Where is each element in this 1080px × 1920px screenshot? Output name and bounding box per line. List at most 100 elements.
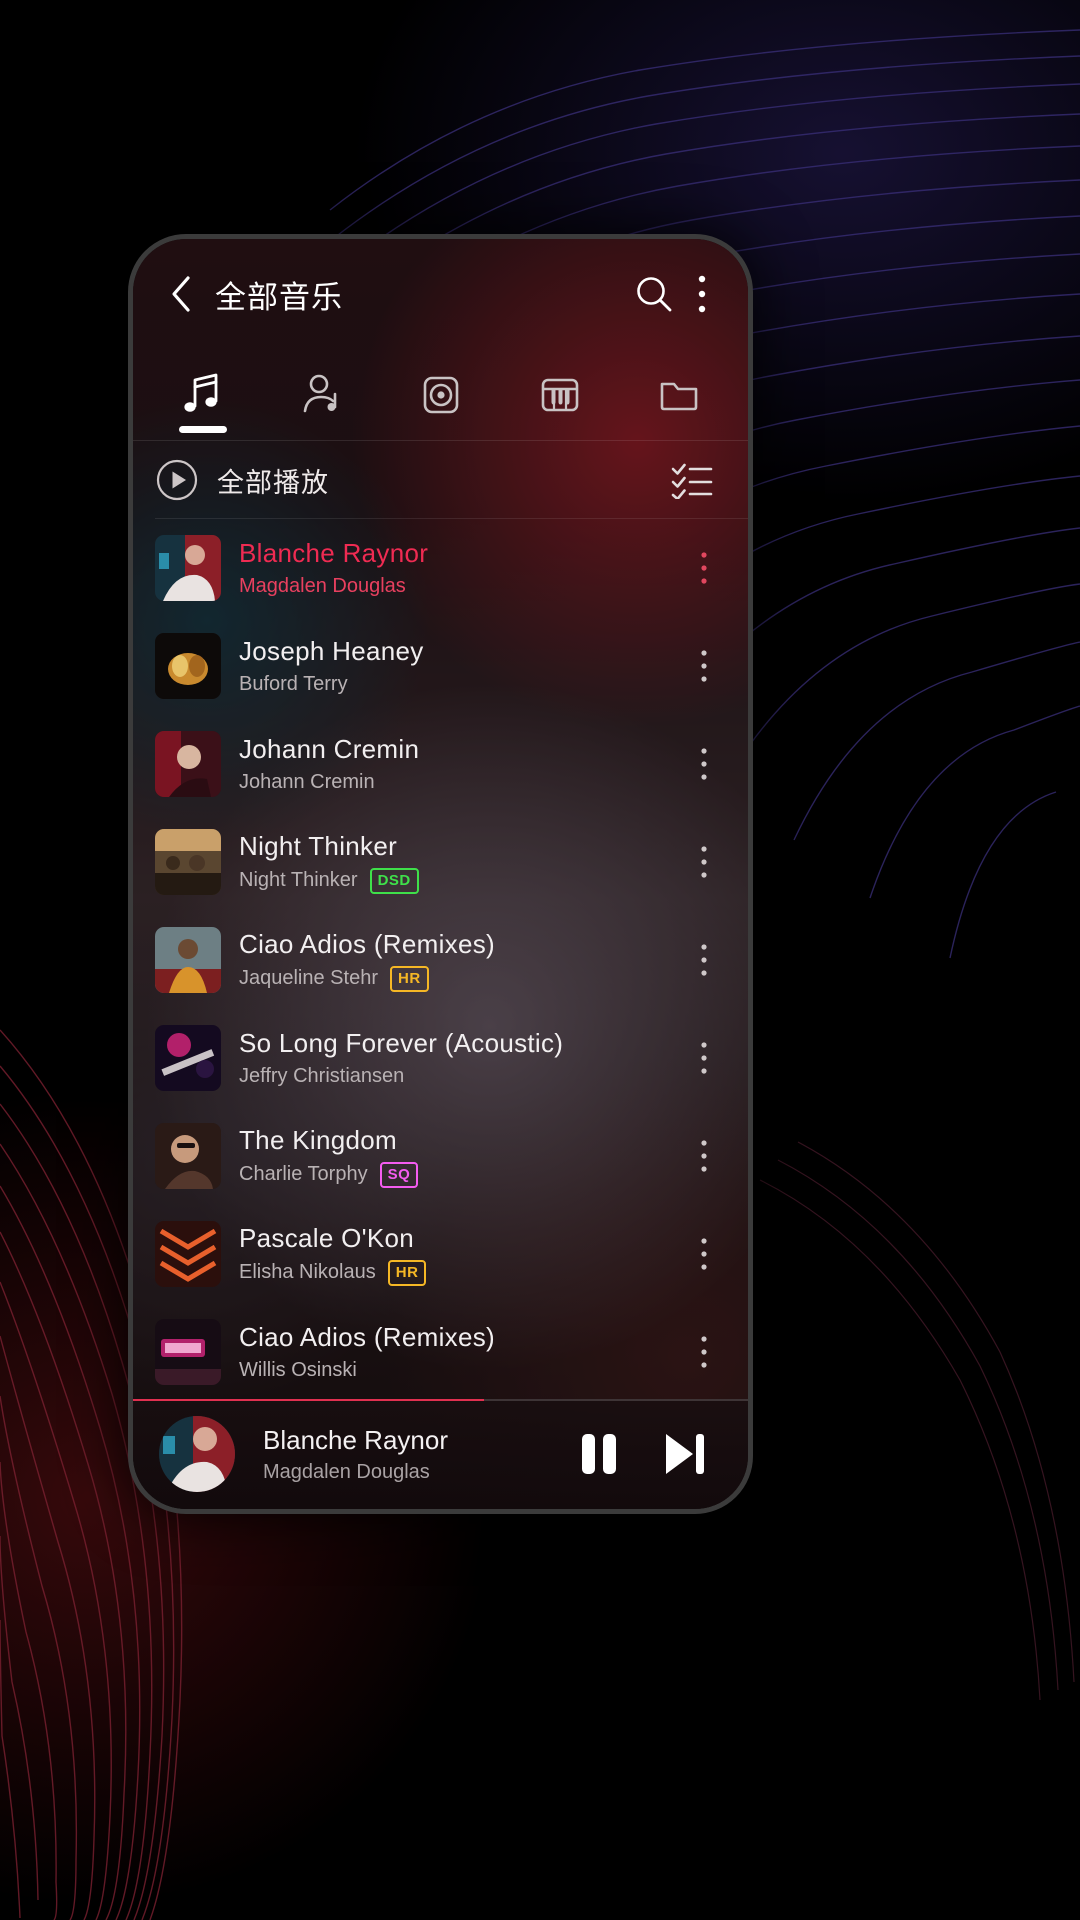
song-artist: Jaqueline Stehr bbox=[239, 967, 378, 989]
song-artist: Willis Osinski bbox=[239, 1359, 357, 1381]
song-meta: Pascale O'Kon Elisha Nikolaus HR bbox=[239, 1223, 664, 1286]
overflow-menu-icon bbox=[701, 846, 707, 878]
table-row[interactable]: Joseph Heaney Buford Terry bbox=[133, 617, 748, 715]
song-title: Ciao Adios (Remixes) bbox=[239, 928, 495, 959]
song-subtitle: Johann Cremin bbox=[239, 771, 664, 794]
skip-next-icon bbox=[666, 1434, 704, 1474]
song-artist: Johann Cremin bbox=[239, 771, 375, 793]
overflow-menu-icon bbox=[701, 650, 707, 682]
overflow-menu-icon bbox=[701, 944, 707, 976]
album-art bbox=[155, 927, 221, 993]
album-art bbox=[155, 829, 221, 895]
song-artist: Charlie Torphy bbox=[239, 1163, 368, 1185]
quality-badge: HR bbox=[389, 965, 429, 992]
category-tab-bar bbox=[133, 349, 748, 441]
row-menu-button[interactable] bbox=[682, 729, 726, 799]
chevron-left-icon bbox=[172, 276, 190, 312]
row-menu-button[interactable] bbox=[682, 1219, 726, 1289]
song-subtitle: Willis Osinski bbox=[239, 1359, 664, 1382]
phone-device-frame: 全部音乐 全部播放 Blanche Raynor Magdalen Dougla… bbox=[128, 234, 753, 1514]
album-art bbox=[155, 633, 221, 699]
album-art bbox=[155, 1221, 221, 1287]
overflow-menu-icon bbox=[698, 275, 706, 313]
tab-folders[interactable] bbox=[619, 349, 738, 441]
checklist-icon bbox=[671, 463, 713, 499]
album-art bbox=[155, 731, 221, 797]
song-subtitle: Jeffry Christiansen bbox=[239, 1065, 664, 1088]
table-row[interactable]: Night Thinker Night Thinker DSD bbox=[133, 813, 748, 911]
play-all-button[interactable]: 全部播放 bbox=[155, 458, 329, 502]
overflow-menu-button[interactable] bbox=[682, 266, 722, 322]
quality-badge: HR bbox=[387, 1259, 427, 1286]
row-menu-button[interactable] bbox=[682, 1023, 726, 1093]
music-note-icon bbox=[183, 373, 217, 412]
album-art-thumbnail bbox=[155, 1025, 221, 1091]
song-title: The Kingdom bbox=[239, 1124, 397, 1155]
mini-player-bar[interactable]: Blanche Raynor Magdalen Douglas bbox=[133, 1399, 748, 1509]
song-meta: Johann Cremin Johann Cremin bbox=[239, 734, 664, 794]
row-menu-button[interactable] bbox=[682, 1317, 726, 1387]
mini-player-artwork[interactable] bbox=[159, 1416, 235, 1492]
overflow-menu-icon bbox=[701, 1336, 707, 1368]
song-meta: Joseph Heaney Buford Terry bbox=[239, 636, 664, 696]
song-subtitle: Magdalen Douglas bbox=[239, 575, 664, 598]
row-menu-button[interactable] bbox=[682, 1121, 726, 1191]
overflow-menu-icon bbox=[701, 1042, 707, 1074]
back-button[interactable] bbox=[155, 268, 207, 320]
table-row[interactable]: The Kingdom Charlie Torphy SQ bbox=[133, 1107, 748, 1205]
tab-active-indicator bbox=[178, 426, 227, 433]
playback-progress-track[interactable] bbox=[133, 1399, 748, 1401]
tab-songs[interactable] bbox=[143, 349, 262, 441]
song-artist: Elisha Nikolaus bbox=[239, 1261, 376, 1283]
table-row[interactable]: Pascale O'Kon Elisha Nikolaus HR bbox=[133, 1205, 748, 1303]
play-circle-icon bbox=[156, 459, 198, 501]
row-menu-button[interactable] bbox=[682, 925, 726, 995]
table-row[interactable]: Ciao Adios (Remixes) Jaqueline Stehr HR bbox=[133, 911, 748, 1009]
song-subtitle: Buford Terry bbox=[239, 673, 664, 696]
pause-button[interactable] bbox=[566, 1421, 632, 1487]
row-menu-button[interactable] bbox=[682, 827, 726, 897]
song-meta: So Long Forever (Acoustic) Jeffry Christ… bbox=[239, 1028, 664, 1088]
overflow-menu-icon bbox=[701, 1140, 707, 1172]
play-all-label: 全部播放 bbox=[217, 467, 329, 498]
song-subtitle: Elisha Nikolaus HR bbox=[239, 1259, 664, 1286]
song-meta: Night Thinker Night Thinker DSD bbox=[239, 831, 664, 894]
album-art-thumbnail bbox=[155, 535, 221, 601]
playback-progress-fill bbox=[133, 1399, 484, 1401]
table-row[interactable]: Johann Cremin Johann Cremin bbox=[133, 715, 748, 813]
song-artist: Night Thinker bbox=[239, 869, 358, 891]
overflow-menu-icon bbox=[701, 748, 707, 780]
overflow-menu-icon bbox=[701, 1238, 707, 1270]
mini-player-meta: Blanche Raynor Magdalen Douglas bbox=[263, 1425, 546, 1484]
tab-artists[interactable] bbox=[262, 349, 381, 441]
song-list[interactable]: Blanche Raynor Magdalen Douglas Joseph H… bbox=[133, 519, 748, 1399]
artist-icon bbox=[303, 374, 336, 413]
page-title: 全部音乐 bbox=[215, 279, 343, 315]
pause-icon bbox=[582, 1434, 616, 1474]
song-subtitle: Jaqueline Stehr HR bbox=[239, 965, 664, 992]
multiselect-button[interactable] bbox=[666, 454, 718, 506]
tab-albums[interactable] bbox=[381, 349, 500, 441]
song-title: Ciao Adios (Remixes) bbox=[239, 1322, 495, 1352]
album-art-thumbnail bbox=[155, 731, 221, 797]
album-art bbox=[155, 535, 221, 601]
song-title: Joseph Heaney bbox=[239, 636, 424, 666]
row-menu-button[interactable] bbox=[682, 631, 726, 701]
song-title: Pascale O'Kon bbox=[239, 1222, 415, 1253]
quality-badge: SQ bbox=[379, 1161, 419, 1188]
table-row[interactable]: So Long Forever (Acoustic) Jeffry Christ… bbox=[133, 1009, 748, 1107]
album-art-thumbnail bbox=[155, 1221, 221, 1287]
app-header: 全部音乐 bbox=[133, 239, 748, 349]
phone-screen: 全部音乐 全部播放 Blanche Raynor Magdalen Dougla… bbox=[133, 239, 748, 1509]
next-track-button[interactable] bbox=[652, 1421, 718, 1487]
table-row[interactable]: Blanche Raynor Magdalen Douglas bbox=[133, 519, 748, 617]
play-all-bar: 全部播放 bbox=[133, 441, 748, 519]
song-title: Blanche Raynor bbox=[239, 538, 429, 568]
album-art-thumbnail bbox=[155, 633, 221, 699]
song-subtitle: Charlie Torphy SQ bbox=[239, 1161, 664, 1188]
row-menu-button[interactable] bbox=[682, 533, 726, 603]
tab-genres[interactable] bbox=[500, 349, 619, 441]
table-row[interactable]: Ciao Adios (Remixes) Willis Osinski bbox=[133, 1303, 748, 1399]
search-button[interactable] bbox=[626, 266, 682, 322]
mini-player-artist: Magdalen Douglas bbox=[263, 1460, 430, 1483]
